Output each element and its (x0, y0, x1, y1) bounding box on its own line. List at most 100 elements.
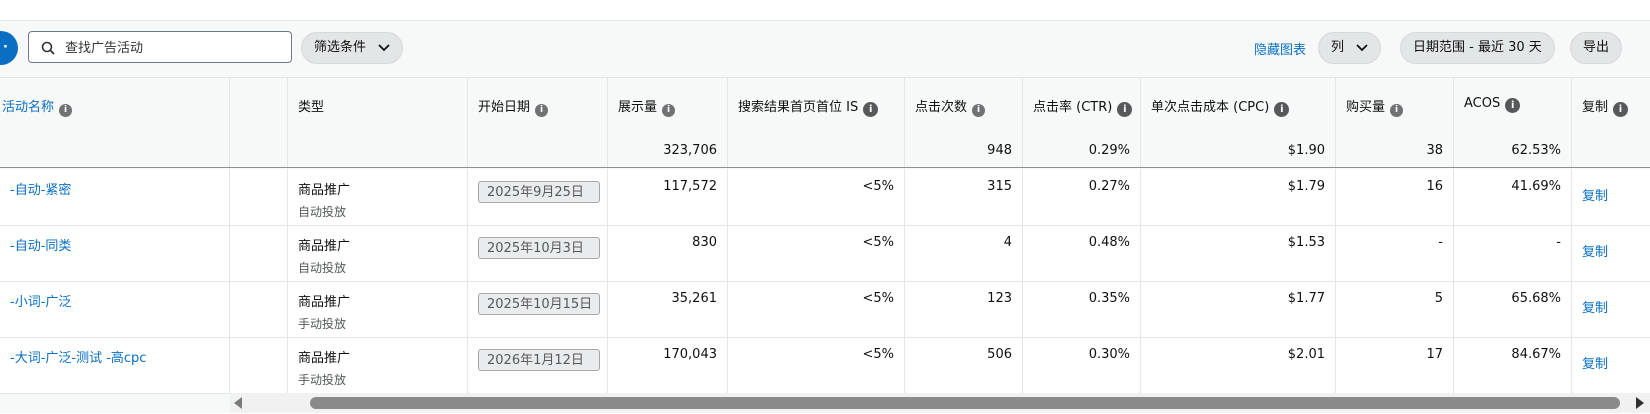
columns-button[interactable]: 列 (1318, 32, 1382, 64)
start-date-cell: 2025年10月3日 (468, 225, 608, 281)
summary-clicks: 948 (905, 135, 1023, 167)
campaign-type: 商品推广 (298, 239, 351, 254)
info-icon[interactable]: i (863, 102, 879, 117)
table-header: 活动名称 i 类型 开始日期 i 展示量 i 搜索结果首页首位 IS i 点击次数 i 点… (0, 77, 1650, 137)
info-icon[interactable]: i (1117, 102, 1133, 117)
purchases-cell: 5 (1336, 281, 1454, 337)
campaign-name-link[interactable]: -大词-广泛-测试 -高cpc (10, 351, 146, 366)
targeting-type: 手动投放 (298, 317, 347, 331)
export-button[interactable]: 导出 (1570, 32, 1623, 64)
blank-cell (230, 281, 288, 337)
campaign-name-cell: -大词-广泛-测试 -高cpc (0, 337, 230, 393)
table-body: -自动-紧密 商品推广 自动投放 2025年9月25日 117,572 <5% 3… (0, 169, 1650, 394)
purchases-cell: 17 (1336, 337, 1454, 393)
info-icon[interactable]: i (1390, 104, 1404, 117)
blank-cell (230, 169, 288, 225)
copy-link[interactable]: 复制 (1582, 185, 1608, 204)
top-is-cell: <5% (728, 225, 905, 281)
date-range-button[interactable]: 日期范围 - 最近 30 天 (1400, 32, 1555, 64)
blank-cell (230, 337, 288, 393)
cpc-cell: $1.53 (1141, 225, 1336, 281)
col-header-copy[interactable]: 复制 i (1572, 78, 1650, 136)
info-icon[interactable]: i (1613, 102, 1629, 117)
summary-cpc: $1.90 (1141, 135, 1336, 167)
cpc-cell: $2.01 (1141, 337, 1336, 393)
col-ctr-label: 点击率 (CTR) (1033, 100, 1113, 115)
summary-row: 323,706 948 0.29% $1.90 38 62.53% (0, 135, 1650, 168)
col-header-top-is[interactable]: 搜索结果首页首位 IS i (728, 78, 905, 136)
top-is-cell: <5% (728, 169, 905, 225)
col-header-name[interactable]: 活动名称 i (0, 78, 230, 136)
impressions-cell: 35,261 (608, 281, 728, 337)
filter-button[interactable]: 筛选条件 (301, 32, 404, 64)
start-date-field[interactable]: 2025年9月25日 (478, 181, 600, 203)
start-date-cell: 2025年9月25日 (468, 169, 608, 225)
acos-cell: 41.69% (1454, 169, 1572, 225)
col-header-acos[interactable]: ACOS i (1454, 78, 1572, 136)
campaign-type: 商品推广 (298, 351, 351, 366)
type-cell: 商品推广 自动投放 (288, 225, 468, 281)
scroll-left-arrow-icon[interactable] (234, 397, 242, 409)
copy-link[interactable]: 复制 (1582, 353, 1608, 372)
hide-chart-link[interactable]: 隐藏图表 (1254, 39, 1306, 58)
col-purchases-label: 购买量 (1346, 100, 1386, 115)
campaign-name-link[interactable]: -自动-紧密 (10, 183, 71, 198)
copy-cell: 复制 (1572, 169, 1650, 225)
start-date-field[interactable]: 2026年1月12日 (478, 349, 600, 371)
copy-link[interactable]: 复制 (1582, 241, 1608, 260)
info-icon[interactable]: i (972, 104, 986, 117)
type-cell: 商品推广 自动投放 (288, 169, 468, 225)
col-header-type[interactable]: 类型 (288, 78, 468, 136)
info-icon[interactable]: i (1505, 98, 1521, 113)
col-cpc-label: 单次点击成本 (CPC) (1151, 100, 1270, 115)
scrollbar-thumb[interactable] (310, 397, 1620, 409)
col-acos-label: ACOS (1464, 96, 1501, 111)
table-row: -自动-紧密 商品推广 自动投放 2025年9月25日 117,572 <5% 3… (0, 169, 1650, 226)
col-copy-label: 复制 (1582, 100, 1609, 115)
create-campaign-button[interactable]: · (0, 31, 18, 65)
campaign-name-link[interactable]: -自动-同类 (10, 239, 71, 254)
copy-cell: 复制 (1572, 281, 1650, 337)
summary-cell (728, 135, 905, 167)
dot-icon: · (3, 40, 8, 55)
col-name-label: 活动名称 (2, 100, 55, 115)
search-input[interactable] (63, 34, 287, 62)
copy-link[interactable]: 复制 (1582, 297, 1608, 316)
info-icon[interactable]: i (535, 104, 549, 117)
ctr-cell: 0.30% (1023, 337, 1141, 393)
targeting-type: 自动投放 (298, 205, 347, 219)
info-icon[interactable]: i (59, 104, 73, 117)
col-header-purchases[interactable]: 购买量 i (1336, 78, 1454, 136)
horizontal-scrollbar[interactable] (230, 393, 1650, 413)
info-icon[interactable]: i (662, 104, 676, 117)
date-range-label: 日期范围 - 最近 30 天 (1413, 40, 1542, 55)
scroll-right-arrow-icon[interactable] (1636, 397, 1644, 409)
col-header-start-date[interactable]: 开始日期 i (468, 78, 608, 136)
clicks-cell: 4 (905, 225, 1023, 281)
ctr-cell: 0.35% (1023, 281, 1141, 337)
copy-cell: 复制 (1572, 225, 1650, 281)
campaign-name-cell: -自动-紧密 (0, 169, 230, 225)
col-header-impressions[interactable]: 展示量 i (608, 78, 728, 136)
type-cell: 商品推广 手动投放 (288, 281, 468, 337)
ctr-cell: 0.48% (1023, 225, 1141, 281)
col-header-cpc[interactable]: 单次点击成本 (CPC) i (1141, 78, 1336, 136)
start-date-field[interactable]: 2025年10月15日 (478, 293, 600, 315)
campaign-name-cell: -小词-广泛 (0, 281, 230, 337)
cpc-cell: $1.79 (1141, 169, 1336, 225)
impressions-cell: 117,572 (608, 169, 728, 225)
info-icon[interactable]: i (1274, 102, 1290, 117)
summary-cell (230, 135, 288, 167)
col-header-blank (230, 78, 288, 136)
col-header-clicks[interactable]: 点击次数 i (905, 78, 1023, 136)
col-type-label: 类型 (298, 100, 325, 115)
col-header-ctr[interactable]: 点击率 (CTR) i (1023, 78, 1141, 136)
summary-cell (468, 135, 608, 167)
top-is-cell: <5% (728, 281, 905, 337)
start-date-field[interactable]: 2025年10月3日 (478, 237, 600, 259)
table-row: -小词-广泛 商品推广 手动投放 2025年10月15日 35,261 <5% 1… (0, 281, 1650, 338)
campaign-panel: · 筛选条件 隐藏图表 列 日期范围 - 最近 30 天 导出 活动名称 i (0, 20, 1650, 413)
campaign-name-link[interactable]: -小词-广泛 (10, 295, 71, 310)
acos-cell: 65.68% (1454, 281, 1572, 337)
start-date-cell: 2025年10月15日 (468, 281, 608, 337)
